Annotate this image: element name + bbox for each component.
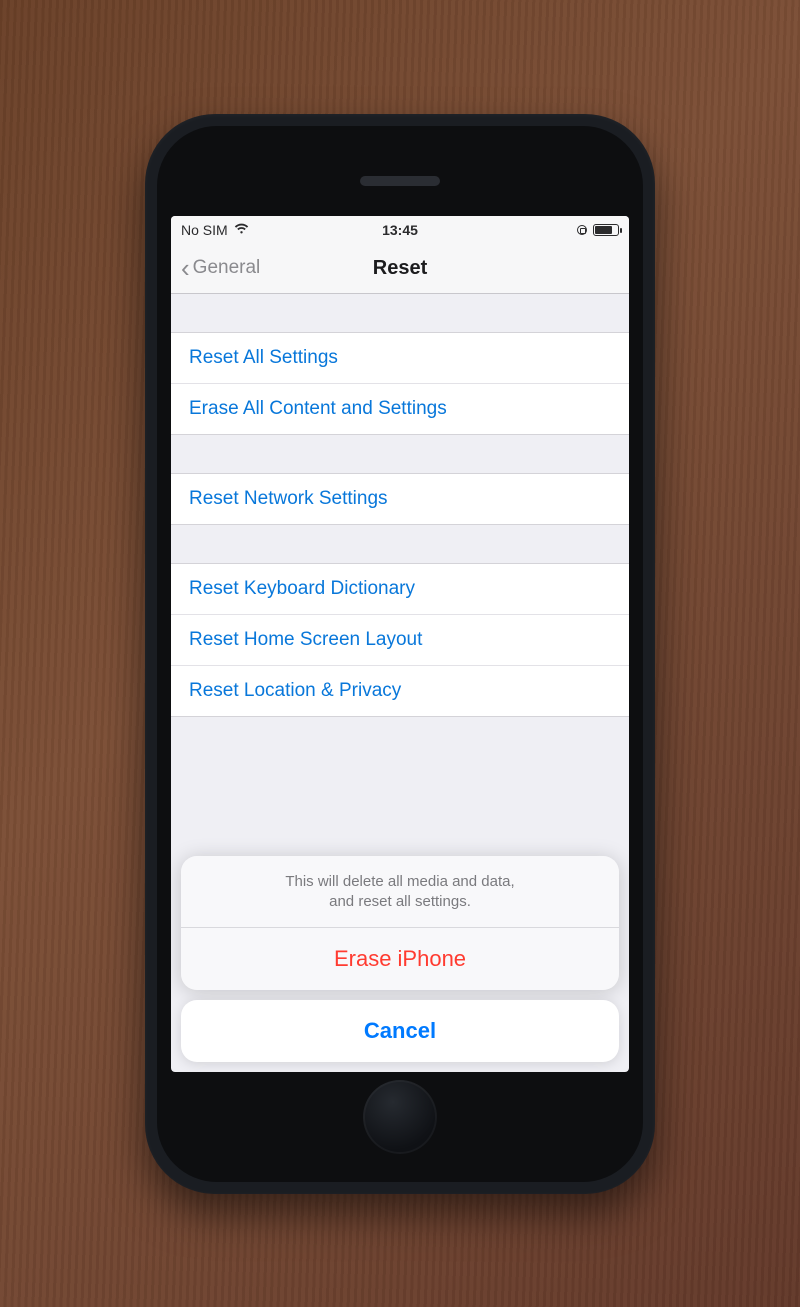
status-right bbox=[473, 224, 619, 236]
phone-speaker bbox=[360, 176, 440, 186]
reset-home-screen-row[interactable]: Reset Home Screen Layout bbox=[171, 615, 629, 666]
clock-label: 13:45 bbox=[327, 222, 473, 238]
home-button[interactable] bbox=[363, 1080, 437, 1154]
erase-all-content-row[interactable]: Erase All Content and Settings bbox=[171, 384, 629, 434]
status-bar: No SIM 13:45 bbox=[171, 216, 629, 244]
navigation-bar: ‹ General Reset bbox=[171, 244, 629, 294]
reset-network-row[interactable]: Reset Network Settings bbox=[171, 474, 629, 524]
action-sheet-card: This will delete all media and data, and… bbox=[181, 856, 619, 990]
settings-group-2: Reset Network Settings bbox=[171, 473, 629, 525]
settings-group-3: Reset Keyboard Dictionary Reset Home Scr… bbox=[171, 563, 629, 717]
chevron-left-icon: ‹ bbox=[181, 255, 190, 281]
reset-keyboard-row[interactable]: Reset Keyboard Dictionary bbox=[171, 564, 629, 615]
settings-content: Reset All Settings Erase All Content and… bbox=[171, 332, 629, 717]
back-label: General bbox=[193, 257, 261, 279]
action-sheet: This will delete all media and data, and… bbox=[181, 856, 619, 1062]
carrier-label: No SIM bbox=[181, 222, 228, 238]
battery-icon bbox=[593, 224, 619, 236]
phone-case: No SIM 13:45 ‹ General Reset bbox=[145, 114, 655, 1194]
action-sheet-message-line2: and reset all settings. bbox=[205, 892, 595, 912]
reset-all-settings-row[interactable]: Reset All Settings bbox=[171, 333, 629, 384]
action-sheet-message: This will delete all media and data, and… bbox=[181, 856, 619, 928]
reset-location-privacy-row[interactable]: Reset Location & Privacy bbox=[171, 666, 629, 716]
phone-screen: No SIM 13:45 ‹ General Reset bbox=[171, 216, 629, 1072]
erase-iphone-button[interactable]: Erase iPhone bbox=[181, 928, 619, 990]
phone-body: No SIM 13:45 ‹ General Reset bbox=[157, 126, 643, 1182]
settings-group-1: Reset All Settings Erase All Content and… bbox=[171, 332, 629, 435]
action-sheet-message-line1: This will delete all media and data, bbox=[205, 872, 595, 892]
back-button[interactable]: ‹ General bbox=[181, 255, 260, 281]
orientation-lock-icon bbox=[577, 225, 587, 235]
status-left: No SIM bbox=[181, 222, 327, 238]
cancel-button[interactable]: Cancel bbox=[181, 1000, 619, 1062]
wifi-icon bbox=[234, 222, 249, 238]
